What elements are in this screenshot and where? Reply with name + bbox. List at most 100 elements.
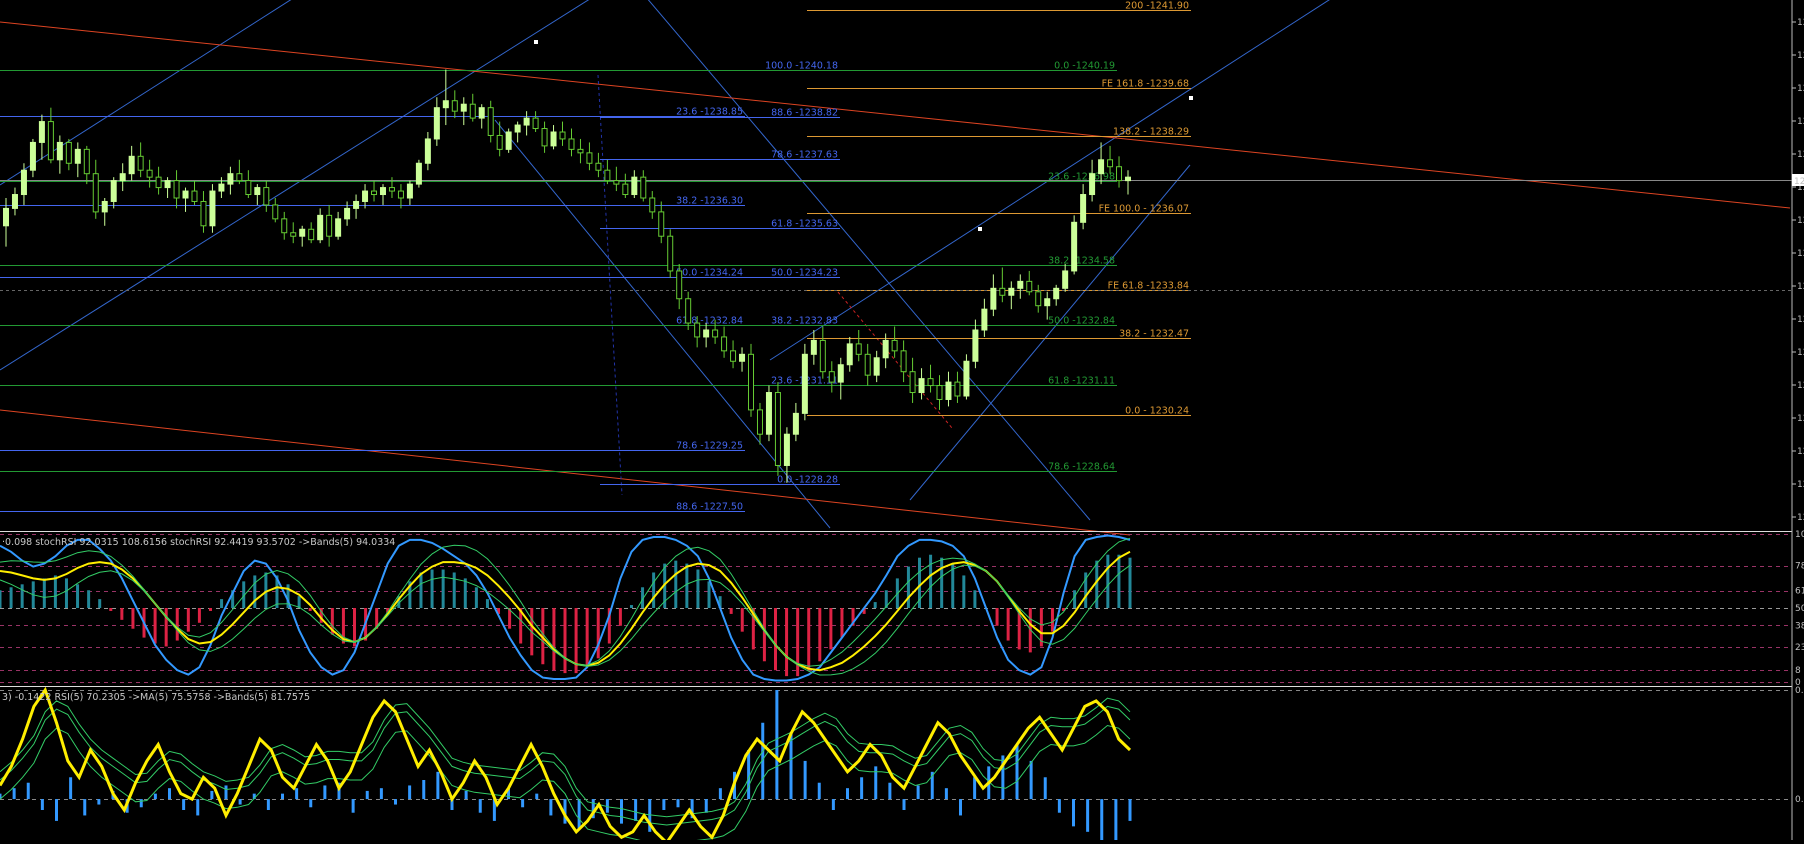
price-tick-label-8: 12 [1797, 282, 1804, 292]
candle-body-48 [433, 107, 440, 140]
candle-body-65 [586, 152, 593, 164]
candle-body-36 [326, 214, 333, 237]
candle-body-105 [945, 381, 952, 400]
candle-body-52 [469, 103, 476, 119]
candle-body-47 [424, 138, 431, 164]
candle-body-15 [137, 155, 144, 171]
candle-body-121 [1089, 173, 1096, 196]
fib-level-label-26: 0.0 - 1230.24 [1125, 406, 1189, 417]
candle-body-6 [56, 141, 63, 161]
candle-body-75 [676, 270, 683, 300]
fib-level-label-18: 61.8 -1231.11 [1048, 376, 1115, 387]
stoch-tick-label-6: 8 [1795, 666, 1801, 676]
candle-body-108 [972, 329, 979, 362]
rsi-panel[interactable] [0, 686, 1792, 844]
trendline-lower [0, 409, 1131, 536]
rsi-tick-label-1: 0.0 [1795, 795, 1804, 805]
fib-level-label-10: 50.0 -1234.24 [676, 268, 743, 279]
chart-svg[interactable]: 100.0 -1240.18 88.6 -1238.82 78.6 -1237.63… [0, 0, 1804, 844]
stoch-tick-label-5: 23. [1795, 643, 1804, 653]
candle-body-7 [65, 141, 72, 164]
candle-body-70 [631, 176, 638, 196]
candle-body-35 [317, 214, 324, 241]
candle-body-116 [1044, 298, 1051, 307]
candle-body-2 [20, 169, 27, 196]
candle-body-112 [1008, 287, 1015, 296]
candle-body-76 [685, 298, 692, 324]
price-axis: 121212121212121212121212121212121210078.… [1791, 0, 1804, 840]
rsi-tick-label-0: 0.4 [1795, 686, 1804, 696]
candle-body-51 [460, 103, 467, 112]
candle-body-55 [496, 134, 503, 150]
rsi-panel-header: 3) -0.1422 RSI(5) 70.2305 ->MA(5) 75.575… [2, 692, 310, 703]
candle-body-18 [164, 180, 171, 189]
candle-body-30 [272, 204, 279, 220]
candle-body-37 [335, 218, 342, 237]
candle-body-24 [218, 183, 225, 192]
fib-level-label-5: 38.2 -1232.83 [771, 316, 838, 327]
candle-body-122 [1098, 159, 1105, 175]
stoch-tick-label-3: 50 [1795, 604, 1804, 614]
candle-body-117 [1053, 287, 1060, 300]
candle-body-14 [128, 155, 135, 175]
candle-body-123 [1107, 159, 1114, 168]
candle-body-27 [245, 180, 252, 196]
candle-body-95 [855, 343, 862, 355]
candle-body-84 [756, 409, 763, 435]
anchor-point-1 [978, 227, 982, 231]
fib-level-label-25: 38.2 - 1232.47 [1119, 329, 1189, 340]
candle-body-97 [873, 357, 880, 376]
candle-body-103 [927, 378, 934, 387]
candle-body-46 [415, 162, 422, 185]
fib-level-label-14: 0.0 -1240.19 [1054, 61, 1115, 72]
candle-body-3 [29, 141, 36, 171]
price-tick-label-7: 12 [1797, 249, 1804, 259]
candle-body-49 [442, 100, 449, 109]
candle-body-31 [281, 218, 288, 234]
price-tick-label-14: 12 [1797, 480, 1804, 490]
candle-body-73 [658, 211, 665, 237]
fib-level-label-23: FE 100.0 - 1236.07 [1099, 204, 1189, 215]
candle-body-12 [110, 180, 117, 202]
fib-level-label-3: 61.8 -1235.63 [771, 219, 838, 230]
stoch-tick-label-2: 61. [1795, 587, 1804, 597]
candle-body-110 [990, 287, 997, 310]
candle-body-87 [783, 433, 790, 466]
candle-body-86 [774, 392, 781, 466]
candle-body-72 [649, 197, 656, 213]
fib-level-label-21: FE 161.8 -1239.68 [1102, 79, 1189, 90]
candle-body-59 [532, 117, 539, 130]
channel-line-left-mid [0, 0, 292, 186]
candle-body-88 [792, 412, 799, 435]
candle-body-81 [730, 350, 737, 362]
fib-level-label-0: 100.0 -1240.18 [765, 61, 838, 72]
candle-body-101 [909, 371, 916, 394]
candle-body-62 [559, 131, 566, 140]
candle-body-33 [299, 228, 306, 237]
stoch-rsi-panel[interactable] [0, 534, 1792, 683]
candle-body-79 [712, 329, 719, 338]
fib-level-label-24: FE 61.8 -1233.84 [1108, 281, 1189, 292]
candle-body-58 [523, 117, 530, 126]
price-tick-label-1: 12 [1797, 51, 1804, 61]
candle-body-34 [308, 228, 315, 241]
price-tick-label-2: 12 [1797, 84, 1804, 94]
candle-body-119 [1071, 221, 1078, 272]
candle-body-45 [406, 183, 413, 199]
candle-body-77 [694, 322, 701, 338]
current-price-tag-label: 12 [1794, 177, 1804, 187]
candle-body-82 [739, 353, 746, 362]
anchor-point-0 [534, 40, 538, 44]
candle-body-63 [568, 138, 575, 150]
price-tick-label-9: 12 [1797, 315, 1804, 325]
candle-body-96 [864, 353, 871, 376]
price-tick-label-6: 12 [1797, 216, 1804, 226]
candle-body-43 [388, 187, 395, 192]
candle-body-53 [478, 107, 485, 119]
fib-level-label-19: 78.6 -1228.64 [1048, 462, 1115, 473]
candle-body-60 [541, 128, 548, 147]
price-tick-label-3: 12 [1797, 117, 1804, 127]
candle-body-85 [765, 392, 772, 435]
candle-body-118 [1062, 270, 1069, 289]
candle-body-83 [748, 353, 755, 411]
